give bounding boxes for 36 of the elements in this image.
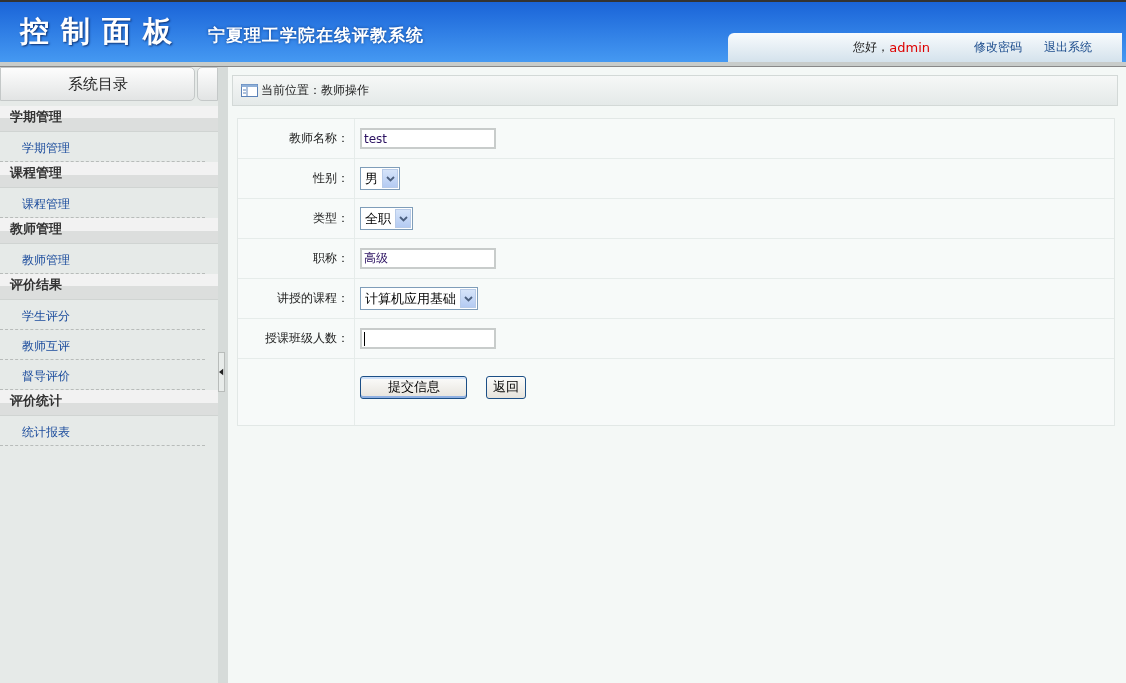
select-dropdown[interactable]: 计算机应用基础 [360,287,478,310]
app-subtitle: 宁夏理工学院在线评教系统 [208,24,424,47]
field-label: 性别： [313,170,349,187]
select-dropdown[interactable]: 男 [360,167,400,190]
chevron-down-icon [382,169,398,188]
sidebar-item[interactable]: 统计报表 [0,416,205,446]
app-title: 控制面板 [20,13,184,50]
field-label: 职称： [313,250,349,267]
chevron-down-icon [395,209,411,228]
sidebar-group-header: 评价统计 [0,390,218,416]
breadcrumb-text: 当前位置：教师操作 [261,82,369,99]
sidebar-group-header: 评价结果 [0,274,218,300]
sidebar-group-header: 课程管理 [0,162,218,188]
field-label: 讲授的课程： [277,290,349,307]
select-dropdown[interactable]: 全职 [360,207,413,230]
sidebar-item[interactable]: 学生评分 [0,300,205,330]
chevron-down-icon [460,289,476,308]
sidebar-group-header: 学期管理 [0,106,218,132]
text-cursor [364,331,365,346]
sidebar-title: 系统目录 [0,67,195,101]
form-button[interactable]: 提交信息 [360,375,467,399]
username-text: admin [889,40,930,55]
input-field[interactable]: test [360,128,496,149]
header-link[interactable]: 退出系统 [1044,39,1092,56]
input-field[interactable]: 高级 [360,248,496,269]
greeting-text: 您好， [853,39,890,56]
field-label: 授课班级人数： [265,330,349,347]
form-button[interactable]: 返回 [486,375,526,399]
field-label: 类型： [313,210,349,227]
panel-icon [241,84,258,97]
input-field[interactable] [360,328,496,349]
collapse-handle[interactable] [218,352,225,392]
header-link[interactable]: 修改密码 [974,39,1022,56]
sidebar-group-header: 教师管理 [0,218,218,244]
field-label: 教师名称： [289,130,349,147]
sidebar-item[interactable]: 教师互评 [0,330,205,360]
